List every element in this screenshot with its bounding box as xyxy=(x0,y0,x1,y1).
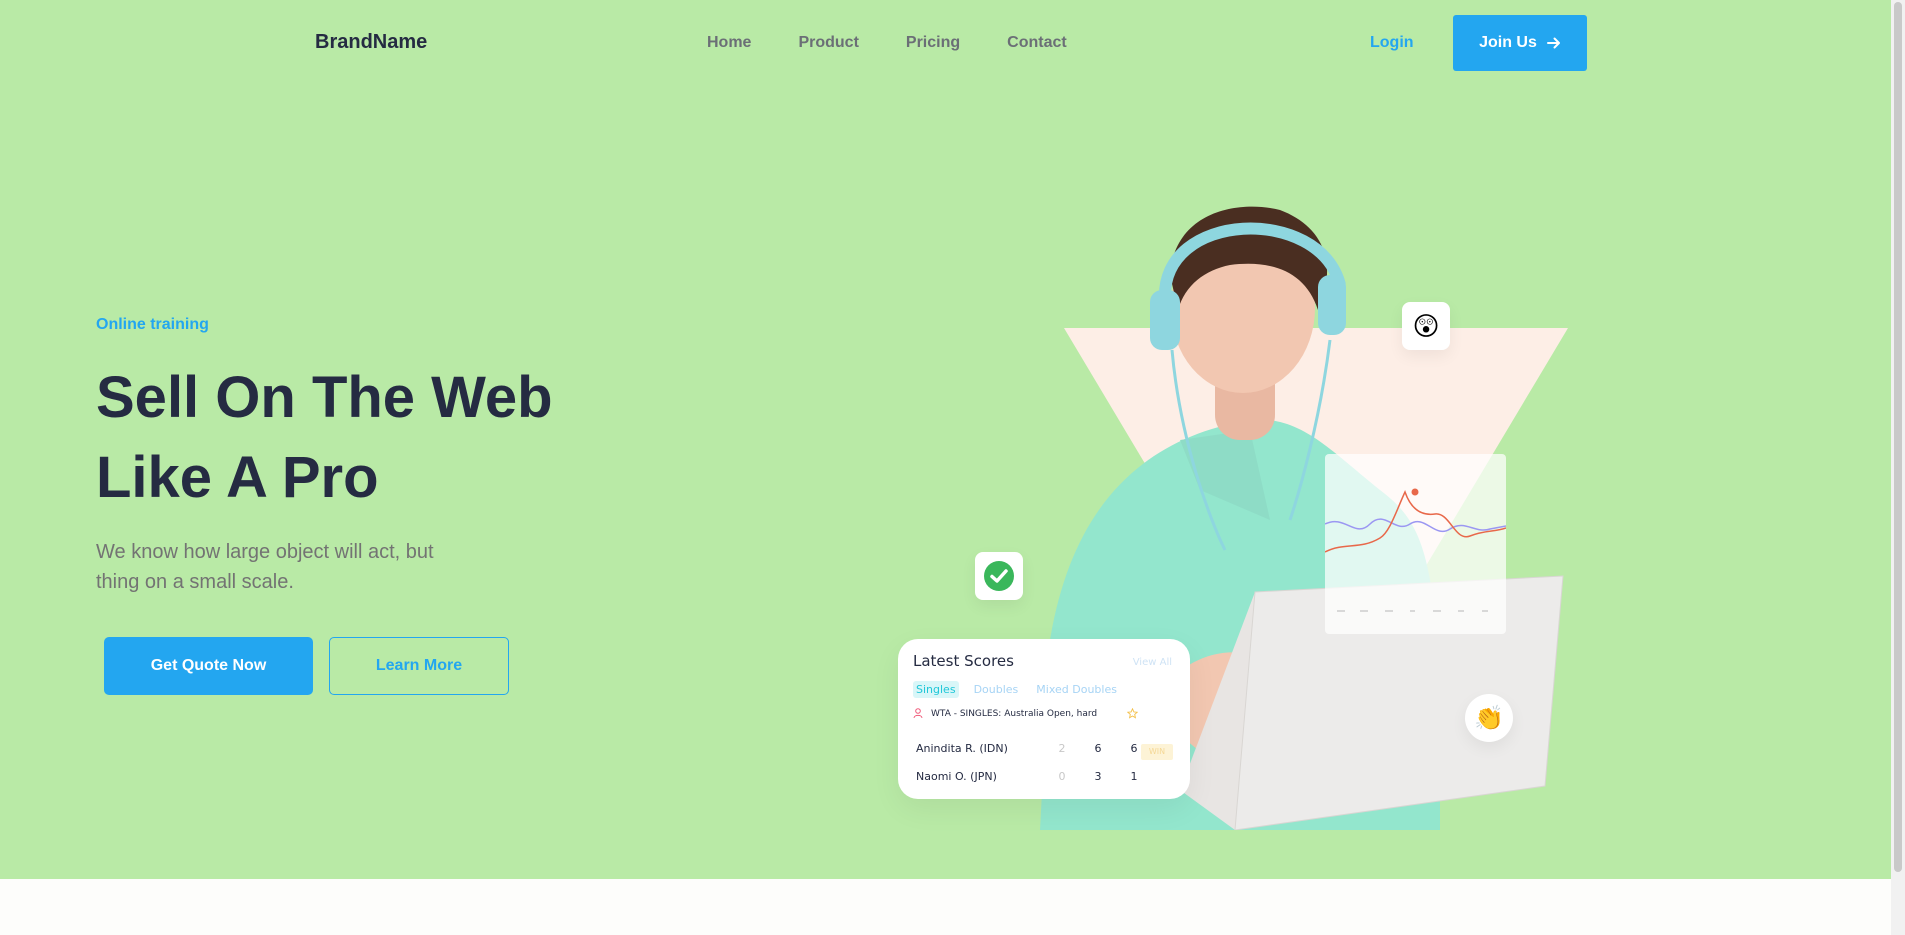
headline-line-2: Like A Pro xyxy=(96,445,379,510)
nav-link-product[interactable]: Product xyxy=(798,34,858,52)
user-icon xyxy=(913,708,923,719)
win-badge: WIN xyxy=(1141,744,1173,760)
next-section-edge xyxy=(0,879,1891,935)
nav-link-pricing[interactable]: Pricing xyxy=(906,34,960,52)
main-nav: Home Product Pricing Contact xyxy=(707,34,1067,52)
check-badge xyxy=(975,552,1023,600)
star-icon[interactable] xyxy=(1127,708,1139,719)
line-chart xyxy=(1324,488,1507,612)
event-row: WTA - SINGLES: Australia Open, hard xyxy=(913,708,1139,719)
arrow-right-icon xyxy=(1546,37,1560,49)
set-score: 1 xyxy=(1130,770,1138,783)
scrollbar-thumb[interactable] xyxy=(1894,2,1902,872)
event-label: WTA - SINGLES: Australia Open, hard xyxy=(931,708,1098,719)
set-score: 6 xyxy=(1094,742,1102,755)
join-us-label: Join Us xyxy=(1479,34,1537,51)
scores-tabs: Singles Doubles Mixed Doubles xyxy=(913,681,1120,698)
get-quote-button[interactable]: Get Quote Now xyxy=(104,637,313,695)
set-score: 0 xyxy=(1058,770,1066,783)
learn-more-button[interactable]: Learn More xyxy=(329,637,509,695)
clap-emoji-badge: 👏 xyxy=(1465,694,1513,742)
latest-scores-card: Latest Scores View All Singles Doubles M… xyxy=(898,639,1190,799)
nav-link-contact[interactable]: Contact xyxy=(1007,34,1067,52)
tab-doubles[interactable]: Doubles xyxy=(971,681,1022,698)
table-row: Naomi O. (JPN) 0 3 1 xyxy=(916,770,1152,783)
hero-eyebrow: Online training xyxy=(96,316,209,333)
join-us-button[interactable]: Join Us xyxy=(1453,15,1587,71)
clap-emoji-icon: 👏 xyxy=(1474,704,1504,732)
check-circle-icon xyxy=(984,561,1014,591)
vertical-scrollbar[interactable] xyxy=(1891,0,1905,935)
nav-link-home[interactable]: Home xyxy=(707,34,751,52)
tab-singles[interactable]: Singles xyxy=(913,681,959,698)
hero-subtext: We know how large object will act, but t… xyxy=(96,537,476,597)
brand-logo[interactable]: BrandName xyxy=(315,31,427,54)
tab-mixed-doubles[interactable]: Mixed Doubles xyxy=(1033,681,1120,698)
shocked-emoji-icon: 😲 xyxy=(1412,310,1440,341)
subtext-line-1: We know how large object will act, but xyxy=(96,541,434,563)
set-score: 3 xyxy=(1094,770,1102,783)
analytics-chart-card xyxy=(1324,454,1507,634)
player-name: Anindita R. (IDN) xyxy=(916,742,1008,755)
subtext-line-2: thing on a small scale. xyxy=(96,571,294,593)
login-link[interactable]: Login xyxy=(1370,34,1414,52)
player-name: Naomi O. (JPN) xyxy=(916,770,997,783)
scores-title: Latest Scores xyxy=(913,652,1014,670)
view-all-link[interactable]: View All xyxy=(1133,657,1172,668)
headline-line-1: Sell On The Web xyxy=(96,365,553,430)
table-row: Anindita R. (IDN) 2 6 6 xyxy=(916,742,1152,755)
hero-headline: Sell On The Web Like A Pro xyxy=(96,358,656,518)
set-score: 2 xyxy=(1058,742,1066,755)
shocked-emoji-badge: 😲 xyxy=(1402,302,1450,350)
